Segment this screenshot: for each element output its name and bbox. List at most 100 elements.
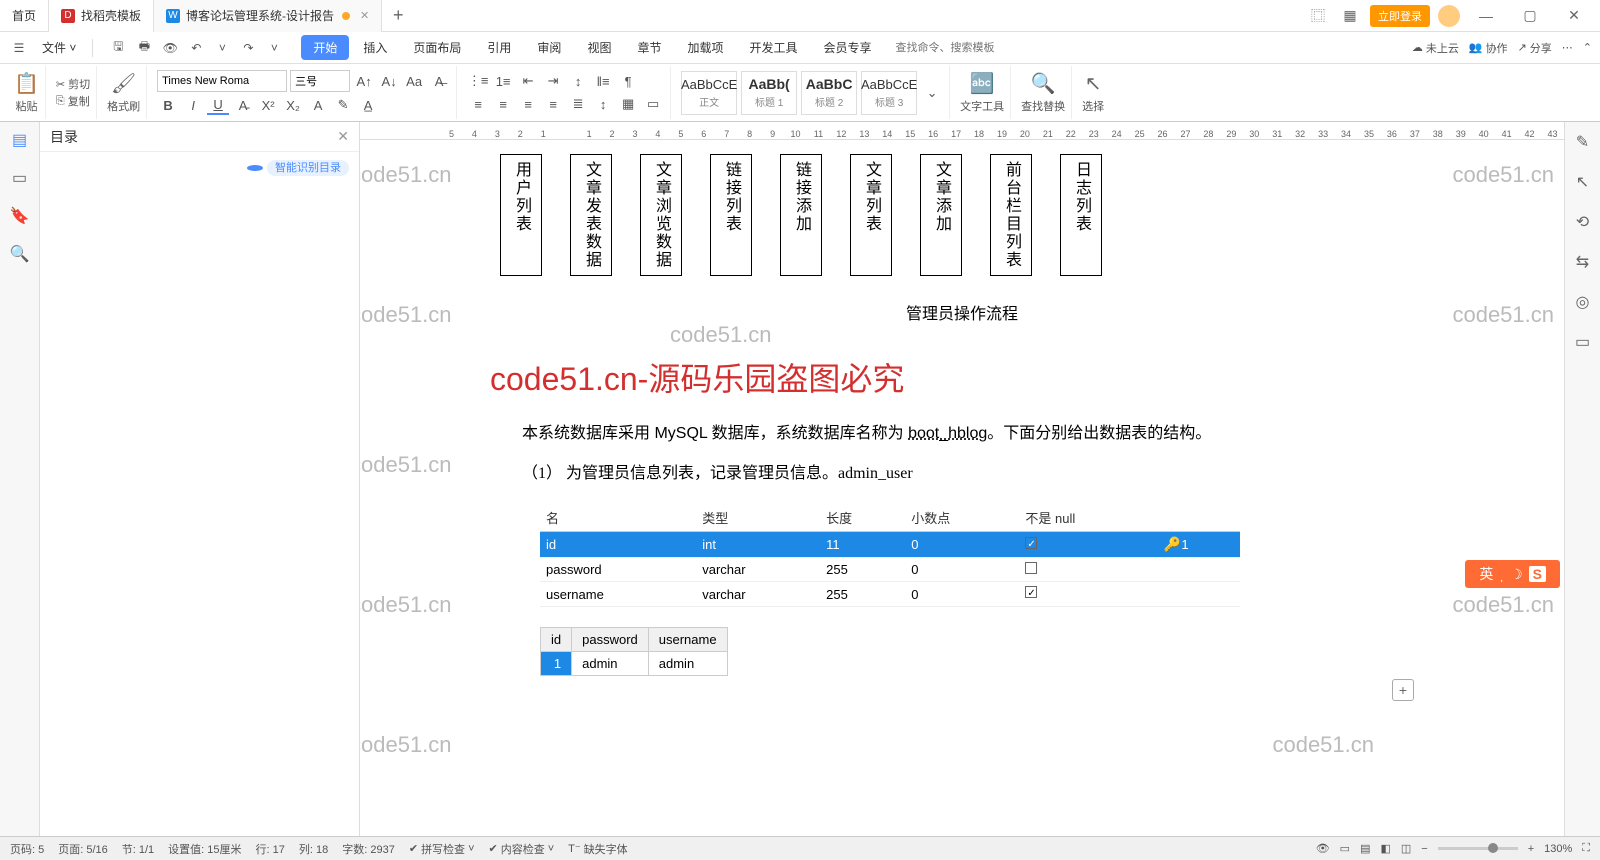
distribute-icon[interactable]: ≣ xyxy=(567,94,589,114)
status-col[interactable]: 列: 18 xyxy=(299,841,328,857)
outline-view-icon[interactable]: ▤ xyxy=(8,128,32,152)
style-h3[interactable]: AaBbCcE标题 3 xyxy=(861,71,917,115)
zoom-label[interactable]: 130% xyxy=(1544,843,1572,855)
align-right-icon[interactable]: ≡ xyxy=(517,94,539,114)
status-page[interactable]: 页面: 5/16 xyxy=(58,841,108,857)
close-outline-icon[interactable]: ✕ xyxy=(337,128,349,145)
print-layout-icon[interactable]: ▭ xyxy=(1340,842,1350,855)
close-tab-icon[interactable]: ✕ xyxy=(360,9,369,22)
strike-button[interactable]: A̵ xyxy=(232,95,254,115)
bookmark-icon[interactable]: 🔖 xyxy=(8,204,32,228)
style-h1[interactable]: AaBb(标题 1 xyxy=(741,71,797,115)
cut-button[interactable]: ✂ 剪切 xyxy=(56,76,90,92)
undo-drop-icon[interactable]: ˅ xyxy=(211,37,233,59)
text-tools-button[interactable]: 🔤文字工具 xyxy=(960,71,1004,114)
pagenum-inserter[interactable]: + xyxy=(1392,679,1414,701)
find-pane-icon[interactable]: 🔍 xyxy=(8,242,32,266)
find-replace-button[interactable]: 🔍查找替换 xyxy=(1021,71,1065,114)
status-missing-font[interactable]: T⁻ 缺失字体 xyxy=(568,841,628,857)
tab-home[interactable]: 首页 xyxy=(0,0,49,32)
bullets-icon[interactable]: ⋮≡ xyxy=(467,71,489,91)
zoom-out-button[interactable]: − xyxy=(1421,843,1427,855)
font-color-button[interactable]: A xyxy=(307,95,329,115)
ribbon-tab-review[interactable]: 审阅 xyxy=(525,35,573,60)
style-normal[interactable]: AaBbCcE正文 xyxy=(681,71,737,115)
zoom-in-button[interactable]: + xyxy=(1528,843,1534,855)
clear-format-icon[interactable]: A̶ xyxy=(428,71,450,91)
close-window-button[interactable]: ✕ xyxy=(1556,2,1592,30)
collab-button[interactable]: 👥 协作 xyxy=(1469,40,1508,56)
file-menu[interactable]: 文件 ˅ xyxy=(36,39,82,56)
align-center-icon[interactable]: ≡ xyxy=(492,94,514,114)
ribbon-tab-vip[interactable]: 会员专享 xyxy=(812,35,884,60)
ribbon-tab-dev[interactable]: 开发工具 xyxy=(737,35,809,60)
spacing-icon[interactable]: ↕ xyxy=(592,94,614,114)
tab-templates[interactable]: D找稻壳模板 xyxy=(49,0,154,32)
font-size-select[interactable] xyxy=(290,70,350,92)
indent-icon[interactable]: ⇥ xyxy=(542,71,564,91)
status-words[interactable]: 字数: 2937 xyxy=(342,841,395,857)
pointer-icon[interactable]: ↖ xyxy=(1571,170,1595,194)
grow-font-icon[interactable]: A↑ xyxy=(353,71,375,91)
more-menu-icon[interactable]: ⋯ xyxy=(1562,41,1573,54)
ribbon-tab-insert[interactable]: 插入 xyxy=(351,35,399,60)
status-spell[interactable]: ✔ 拼写检查 ˅ xyxy=(409,841,475,857)
target-icon[interactable]: ◎ xyxy=(1571,290,1595,314)
ribbon-tab-reference[interactable]: 引用 xyxy=(475,35,523,60)
layout-icon[interactable]: ⿴ xyxy=(1306,4,1330,28)
document-area[interactable]: 5432112345678910111213141516171819202122… xyxy=(360,122,1564,836)
outline-layout-icon[interactable]: ◧ xyxy=(1380,842,1390,855)
align-justify-icon[interactable]: ≡ xyxy=(542,94,564,114)
redo-drop-icon[interactable]: ˅ xyxy=(263,37,285,59)
shading-icon[interactable]: ▦ xyxy=(617,94,639,114)
tab-document[interactable]: W博客论坛管理系统-设计报告✕ xyxy=(154,0,382,32)
redo-icon[interactable]: ↷ xyxy=(237,37,259,59)
status-pageno[interactable]: 页码: 5 xyxy=(10,841,44,857)
outdent-icon[interactable]: ⇤ xyxy=(517,71,539,91)
fit-width-icon[interactable]: ◫ xyxy=(1401,842,1411,855)
select-button[interactable]: ↖选择 xyxy=(1082,71,1104,114)
command-search-input[interactable] xyxy=(896,37,1036,59)
status-row[interactable]: 行: 17 xyxy=(256,841,285,857)
underline-button[interactable]: U xyxy=(207,95,229,115)
outline-smart[interactable]: 智能识别目录 xyxy=(40,152,359,182)
collapse-ribbon-icon[interactable]: ⌃ xyxy=(1583,41,1592,54)
pencil-icon[interactable]: ✎ xyxy=(1571,130,1595,154)
new-tab-button[interactable]: + xyxy=(382,5,414,26)
subscript-button[interactable]: X₂ xyxy=(282,95,304,115)
styles-expand-icon[interactable]: ⌄ xyxy=(921,83,943,103)
sort-icon[interactable]: ↕ xyxy=(567,71,589,91)
share-button[interactable]: ↗ 分享 xyxy=(1518,40,1552,56)
hamburger-icon[interactable]: ☰ xyxy=(8,37,30,59)
print-icon[interactable]: 🖶 xyxy=(133,37,155,59)
cloud-status[interactable]: ☁ 未上云 xyxy=(1412,40,1459,56)
shrink-font-icon[interactable]: A↓ xyxy=(378,71,400,91)
preview-icon[interactable]: 👁 xyxy=(159,37,181,59)
zoom-slider[interactable] xyxy=(1438,847,1518,850)
align-left-icon[interactable]: ≡ xyxy=(467,94,489,114)
undo-icon[interactable]: ↶ xyxy=(185,37,207,59)
read-mode-icon[interactable]: 👁 xyxy=(1316,842,1330,855)
ribbon-tab-view[interactable]: 视图 xyxy=(575,35,623,60)
case-icon[interactable]: Aa xyxy=(403,71,425,91)
ribbon-tab-section[interactable]: 章节 xyxy=(625,35,673,60)
copy-button[interactable]: ⎘ 复制 xyxy=(56,93,90,109)
transfer-icon[interactable]: ⇆ xyxy=(1571,250,1595,274)
paste-button[interactable]: 📋粘贴 xyxy=(14,71,39,114)
apps-icon[interactable]: ▦ xyxy=(1338,4,1362,28)
minimize-button[interactable]: — xyxy=(1468,2,1504,30)
bold-button[interactable]: B xyxy=(157,95,179,115)
italic-button[interactable]: I xyxy=(182,95,204,115)
settings-icon[interactable]: ⟲ xyxy=(1571,210,1595,234)
style-h2[interactable]: AaBbC标题 2 xyxy=(801,71,857,115)
book-icon[interactable]: ▭ xyxy=(1571,330,1595,354)
maximize-button[interactable]: ▢ xyxy=(1512,2,1548,30)
web-layout-icon[interactable]: ▤ xyxy=(1360,842,1370,855)
ribbon-tab-start[interactable]: 开始 xyxy=(301,35,349,60)
border-icon[interactable]: ▭ xyxy=(642,94,664,114)
font-family-select[interactable] xyxy=(157,70,287,92)
superscript-button[interactable]: X² xyxy=(257,95,279,115)
ribbon-tab-addin[interactable]: 加载项 xyxy=(675,35,735,60)
highlight-button[interactable]: ✎ xyxy=(332,95,354,115)
show-marks-icon[interactable]: ¶ xyxy=(617,71,639,91)
